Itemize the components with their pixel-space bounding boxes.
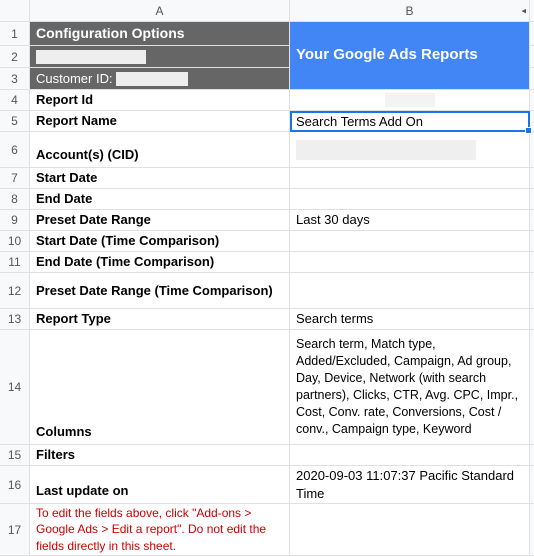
edge <box>530 132 534 168</box>
edge <box>530 22 534 46</box>
value-preset-range[interactable]: Last 30 days <box>290 210 530 231</box>
value-accounts[interactable] <box>290 132 530 168</box>
value-end-date[interactable] <box>290 189 530 210</box>
label-start-date-cmp[interactable]: Start Date (Time Comparison) <box>30 231 290 252</box>
row-header[interactable]: 15 <box>0 445 30 466</box>
edge <box>530 90 534 111</box>
label-report-name[interactable]: Report Name <box>30 111 290 132</box>
value-start-date[interactable] <box>290 168 530 189</box>
edge <box>530 309 534 330</box>
label-preset-range[interactable]: Preset Date Range <box>30 210 290 231</box>
label-end-date[interactable]: End Date <box>30 189 290 210</box>
edge <box>530 252 534 273</box>
value-report-type[interactable]: Search terms <box>290 309 530 330</box>
value-last-update[interactable]: 2020-09-03 11:07:37 Pacific Standard Tim… <box>290 466 530 504</box>
edge <box>530 330 534 445</box>
row-header[interactable]: 6 <box>0 132 30 168</box>
label-columns[interactable]: Columns <box>30 330 290 445</box>
row-header[interactable]: 13 <box>0 309 30 330</box>
row-header[interactable]: 14 <box>0 330 30 445</box>
value-start-date-cmp[interactable] <box>290 231 530 252</box>
edge <box>530 273 534 309</box>
row-header[interactable]: 9 <box>0 210 30 231</box>
row-header[interactable]: 1 <box>0 22 30 46</box>
label-accounts[interactable]: Account(s) (CID) <box>30 132 290 168</box>
label-report-id[interactable]: Report Id <box>30 90 290 111</box>
column-header-b[interactable]: B◂ <box>290 0 530 22</box>
edge <box>530 168 534 189</box>
label-preset-range-cmp[interactable]: Preset Date Range (Time Comparison) <box>30 273 290 309</box>
spreadsheet-grid[interactable]: A B◂ 1 Configuration Options Your Google… <box>0 0 534 556</box>
edge <box>530 0 534 22</box>
row-header[interactable]: 12 <box>0 273 30 309</box>
label-last-update[interactable]: Last update on <box>30 466 290 504</box>
value-columns[interactable]: Search term, Match type, Added/Excluded,… <box>290 330 530 445</box>
value-preset-range-cmp[interactable] <box>290 273 530 309</box>
edge <box>530 68 534 90</box>
row-header[interactable]: 11 <box>0 252 30 273</box>
value-report-name-selected[interactable]: Search Terms Add On <box>290 111 530 132</box>
edge <box>530 504 534 556</box>
customer-id-label[interactable]: Customer ID: <box>30 68 290 90</box>
column-menu-icon[interactable]: ◂ <box>521 5 526 16</box>
edge <box>530 231 534 252</box>
row-header[interactable]: 10 <box>0 231 30 252</box>
row-header[interactable]: 5 <box>0 111 30 132</box>
edge <box>530 445 534 466</box>
edge <box>530 46 534 68</box>
value-report-id[interactable] <box>290 90 530 111</box>
column-header-a[interactable]: A <box>30 0 290 22</box>
header-redacted[interactable] <box>30 46 290 68</box>
config-title[interactable]: Configuration Options <box>30 22 290 46</box>
row-header[interactable]: 7 <box>0 168 30 189</box>
row-header[interactable]: 4 <box>0 90 30 111</box>
edit-note[interactable]: To edit the fields above, click "Add-ons… <box>30 504 290 556</box>
select-all-corner[interactable] <box>0 0 30 22</box>
selection-handle[interactable] <box>525 127 532 134</box>
edge <box>530 466 534 504</box>
empty-cell[interactable] <box>290 504 530 556</box>
row-header[interactable]: 3 <box>0 68 30 90</box>
row-header[interactable]: 8 <box>0 189 30 210</box>
reports-title[interactable]: Your Google Ads Reports <box>290 22 530 90</box>
value-end-date-cmp[interactable] <box>290 252 530 273</box>
label-report-type[interactable]: Report Type <box>30 309 290 330</box>
edge <box>530 189 534 210</box>
label-end-date-cmp[interactable]: End Date (Time Comparison) <box>30 252 290 273</box>
row-header[interactable]: 17 <box>0 504 30 556</box>
row-header[interactable]: 2 <box>0 46 30 68</box>
edge <box>530 210 534 231</box>
row-header[interactable]: 16 <box>0 466 30 504</box>
label-start-date[interactable]: Start Date <box>30 168 290 189</box>
label-filters[interactable]: Filters <box>30 445 290 466</box>
value-filters[interactable] <box>290 445 530 466</box>
